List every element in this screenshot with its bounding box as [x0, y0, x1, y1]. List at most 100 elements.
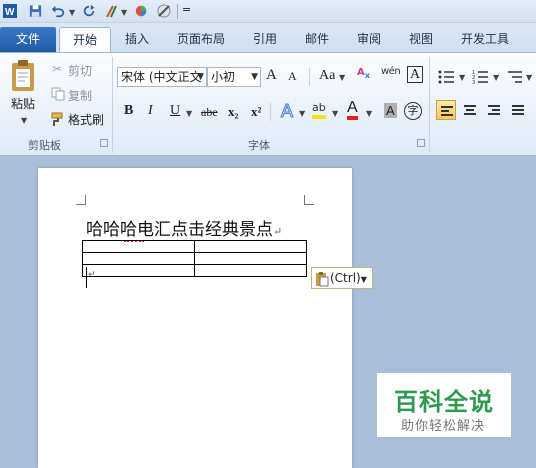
align-line	[441, 110, 449, 112]
font-separator	[270, 103, 271, 121]
quick-access-toolbar: W ▼ ▼ =	[0, 0, 536, 23]
table-cell[interactable]	[82, 264, 195, 277]
font-launcher-icon[interactable]	[417, 139, 425, 147]
change-case-icon[interactable]: Aa	[319, 68, 335, 84]
highlight-dropdown-icon[interactable]: ▼	[332, 109, 338, 118]
numbering-icon[interactable]: 123	[472, 69, 490, 85]
clipboard-launcher-icon[interactable]	[100, 139, 108, 147]
format-painter-icon[interactable]	[104, 3, 120, 19]
edit-icon[interactable]	[156, 3, 172, 19]
bold-icon[interactable]: B	[124, 103, 133, 119]
font-separator	[309, 68, 310, 86]
margin-corner-top-left	[76, 195, 86, 205]
font-size-value: 小初	[211, 70, 236, 84]
paste-options-label: (Ctrl)	[330, 271, 361, 285]
tab-insert[interactable]: 插入	[116, 27, 158, 52]
clear-format-icon[interactable]: Aⅹ	[357, 67, 370, 80]
underline-icon[interactable]: U	[170, 103, 180, 119]
undo-icon[interactable]	[51, 3, 65, 19]
chevron-down-icon: ▼	[197, 72, 204, 82]
subscript-icon[interactable]: x₂	[228, 104, 238, 120]
font-group-label: 字体	[248, 139, 270, 152]
align-center-button[interactable]	[460, 100, 480, 120]
multilevel-list-icon[interactable]	[506, 69, 524, 85]
shrink-font-icon[interactable]: A	[288, 69, 297, 84]
document-page[interactable]: 哈哈哈电汇点击经典景点↵ ↵	[38, 168, 352, 468]
table-cell[interactable]	[194, 240, 307, 253]
document-table[interactable]	[82, 240, 307, 277]
table-cell[interactable]	[82, 240, 195, 253]
enclose-characters-icon[interactable]: 字	[404, 102, 422, 120]
format-painter-button[interactable]: 格式刷	[68, 111, 104, 128]
cursor-paragraph-mark: ↵	[88, 270, 96, 280]
heading-text: 哈哈哈电汇点击经典景点	[86, 220, 273, 240]
customize-icon[interactable]: =	[182, 3, 191, 16]
text-effect-icon[interactable]: A	[280, 101, 293, 122]
bullets-dropdown-icon[interactable]: ▼	[459, 73, 465, 82]
word-logo-icon[interactable]: W	[2, 3, 18, 19]
phonetic-guide-icon[interactable]: wén	[381, 66, 401, 77]
grow-font-icon[interactable]: A	[266, 67, 277, 84]
group-separator	[429, 57, 430, 153]
align-left-button[interactable]	[436, 100, 456, 120]
ribbon-home: 粘贴 ▼ ✂ 剪切 复制 格式刷 剪贴板 宋体 (中文正文 ▼ 小初 ▼ A A A…	[0, 52, 536, 156]
font-color-dropdown-icon[interactable]: ▼	[366, 109, 372, 118]
paste-dropdown-icon[interactable]: ▼	[21, 116, 27, 125]
scissors-icon: ✂	[52, 62, 63, 76]
margin-corner-top-right	[304, 195, 314, 205]
text-effect-dropdown-icon[interactable]: ▼	[299, 109, 305, 118]
color-icon[interactable]	[134, 3, 148, 19]
align-line	[492, 109, 500, 111]
copy-icon	[51, 87, 65, 101]
tab-developer[interactable]: 开发工具	[454, 27, 516, 52]
change-case-dropdown-icon[interactable]: ▼	[339, 73, 345, 82]
tab-references[interactable]: 引用	[246, 27, 284, 52]
highlight-icon[interactable]: ab	[312, 101, 326, 119]
table-cell[interactable]	[82, 252, 195, 265]
toolbar-separator	[177, 4, 178, 19]
font-name-select[interactable]: 宋体 (中文正文 ▼	[117, 67, 207, 87]
svg-text:W: W	[5, 7, 15, 18]
character-shading-icon[interactable]: A	[384, 103, 397, 118]
copy-button[interactable]: 复制	[68, 87, 92, 104]
painter-dropdown-icon[interactable]: ▼	[121, 8, 127, 17]
underline-dropdown-icon[interactable]: ▼	[186, 109, 192, 118]
cut-button[interactable]: 剪切	[68, 62, 92, 79]
superscript-icon[interactable]: x²	[251, 104, 261, 120]
tab-file[interactable]: 文件	[0, 27, 56, 52]
redo-icon[interactable]	[82, 3, 96, 19]
tab-review[interactable]: 审阅	[350, 27, 388, 52]
tab-view[interactable]: 视图	[402, 27, 440, 52]
table-cell[interactable]	[194, 264, 307, 277]
font-color-icon[interactable]: A	[347, 99, 358, 120]
undo-dropdown-icon[interactable]: ▼	[69, 8, 75, 17]
table-cell[interactable]	[194, 252, 307, 265]
align-line	[512, 113, 524, 115]
ribbon-tabs: 文件 开始 插入 页面布局 引用 邮件 审阅 视图 开发工具	[0, 23, 536, 52]
multilevel-dropdown-icon[interactable]: ▼	[526, 73, 532, 82]
justify-button[interactable]	[508, 100, 528, 120]
strikethrough-icon[interactable]: abe	[201, 105, 218, 120]
table-row	[82, 264, 307, 277]
paste-icon[interactable]	[10, 59, 38, 93]
clipboard-group-label: 剪贴板	[28, 139, 61, 152]
align-line	[488, 113, 500, 115]
table-row	[82, 252, 307, 265]
tab-home[interactable]: 开始	[59, 27, 111, 52]
tab-page-layout[interactable]: 页面布局	[170, 27, 232, 52]
chevron-down-icon: ▼	[251, 72, 258, 82]
paste-options-button[interactable]: (Ctrl)▼	[311, 267, 373, 289]
document-heading[interactable]: 哈哈哈电汇点击经典景点↵	[86, 215, 282, 240]
save-icon[interactable]	[28, 3, 43, 19]
chevron-down-icon: ▼	[360, 275, 367, 284]
character-border-icon[interactable]: A	[407, 66, 424, 83]
align-right-button[interactable]	[484, 100, 504, 120]
bullets-icon[interactable]	[438, 69, 456, 85]
italic-icon[interactable]: I	[148, 103, 153, 119]
numbering-dropdown-icon[interactable]: ▼	[493, 73, 499, 82]
font-size-select[interactable]: 小初 ▼	[207, 67, 261, 87]
align-line	[441, 114, 453, 116]
tab-mailings[interactable]: 邮件	[298, 27, 336, 52]
paste-button[interactable]: 粘贴	[11, 95, 35, 112]
align-line	[512, 109, 524, 111]
